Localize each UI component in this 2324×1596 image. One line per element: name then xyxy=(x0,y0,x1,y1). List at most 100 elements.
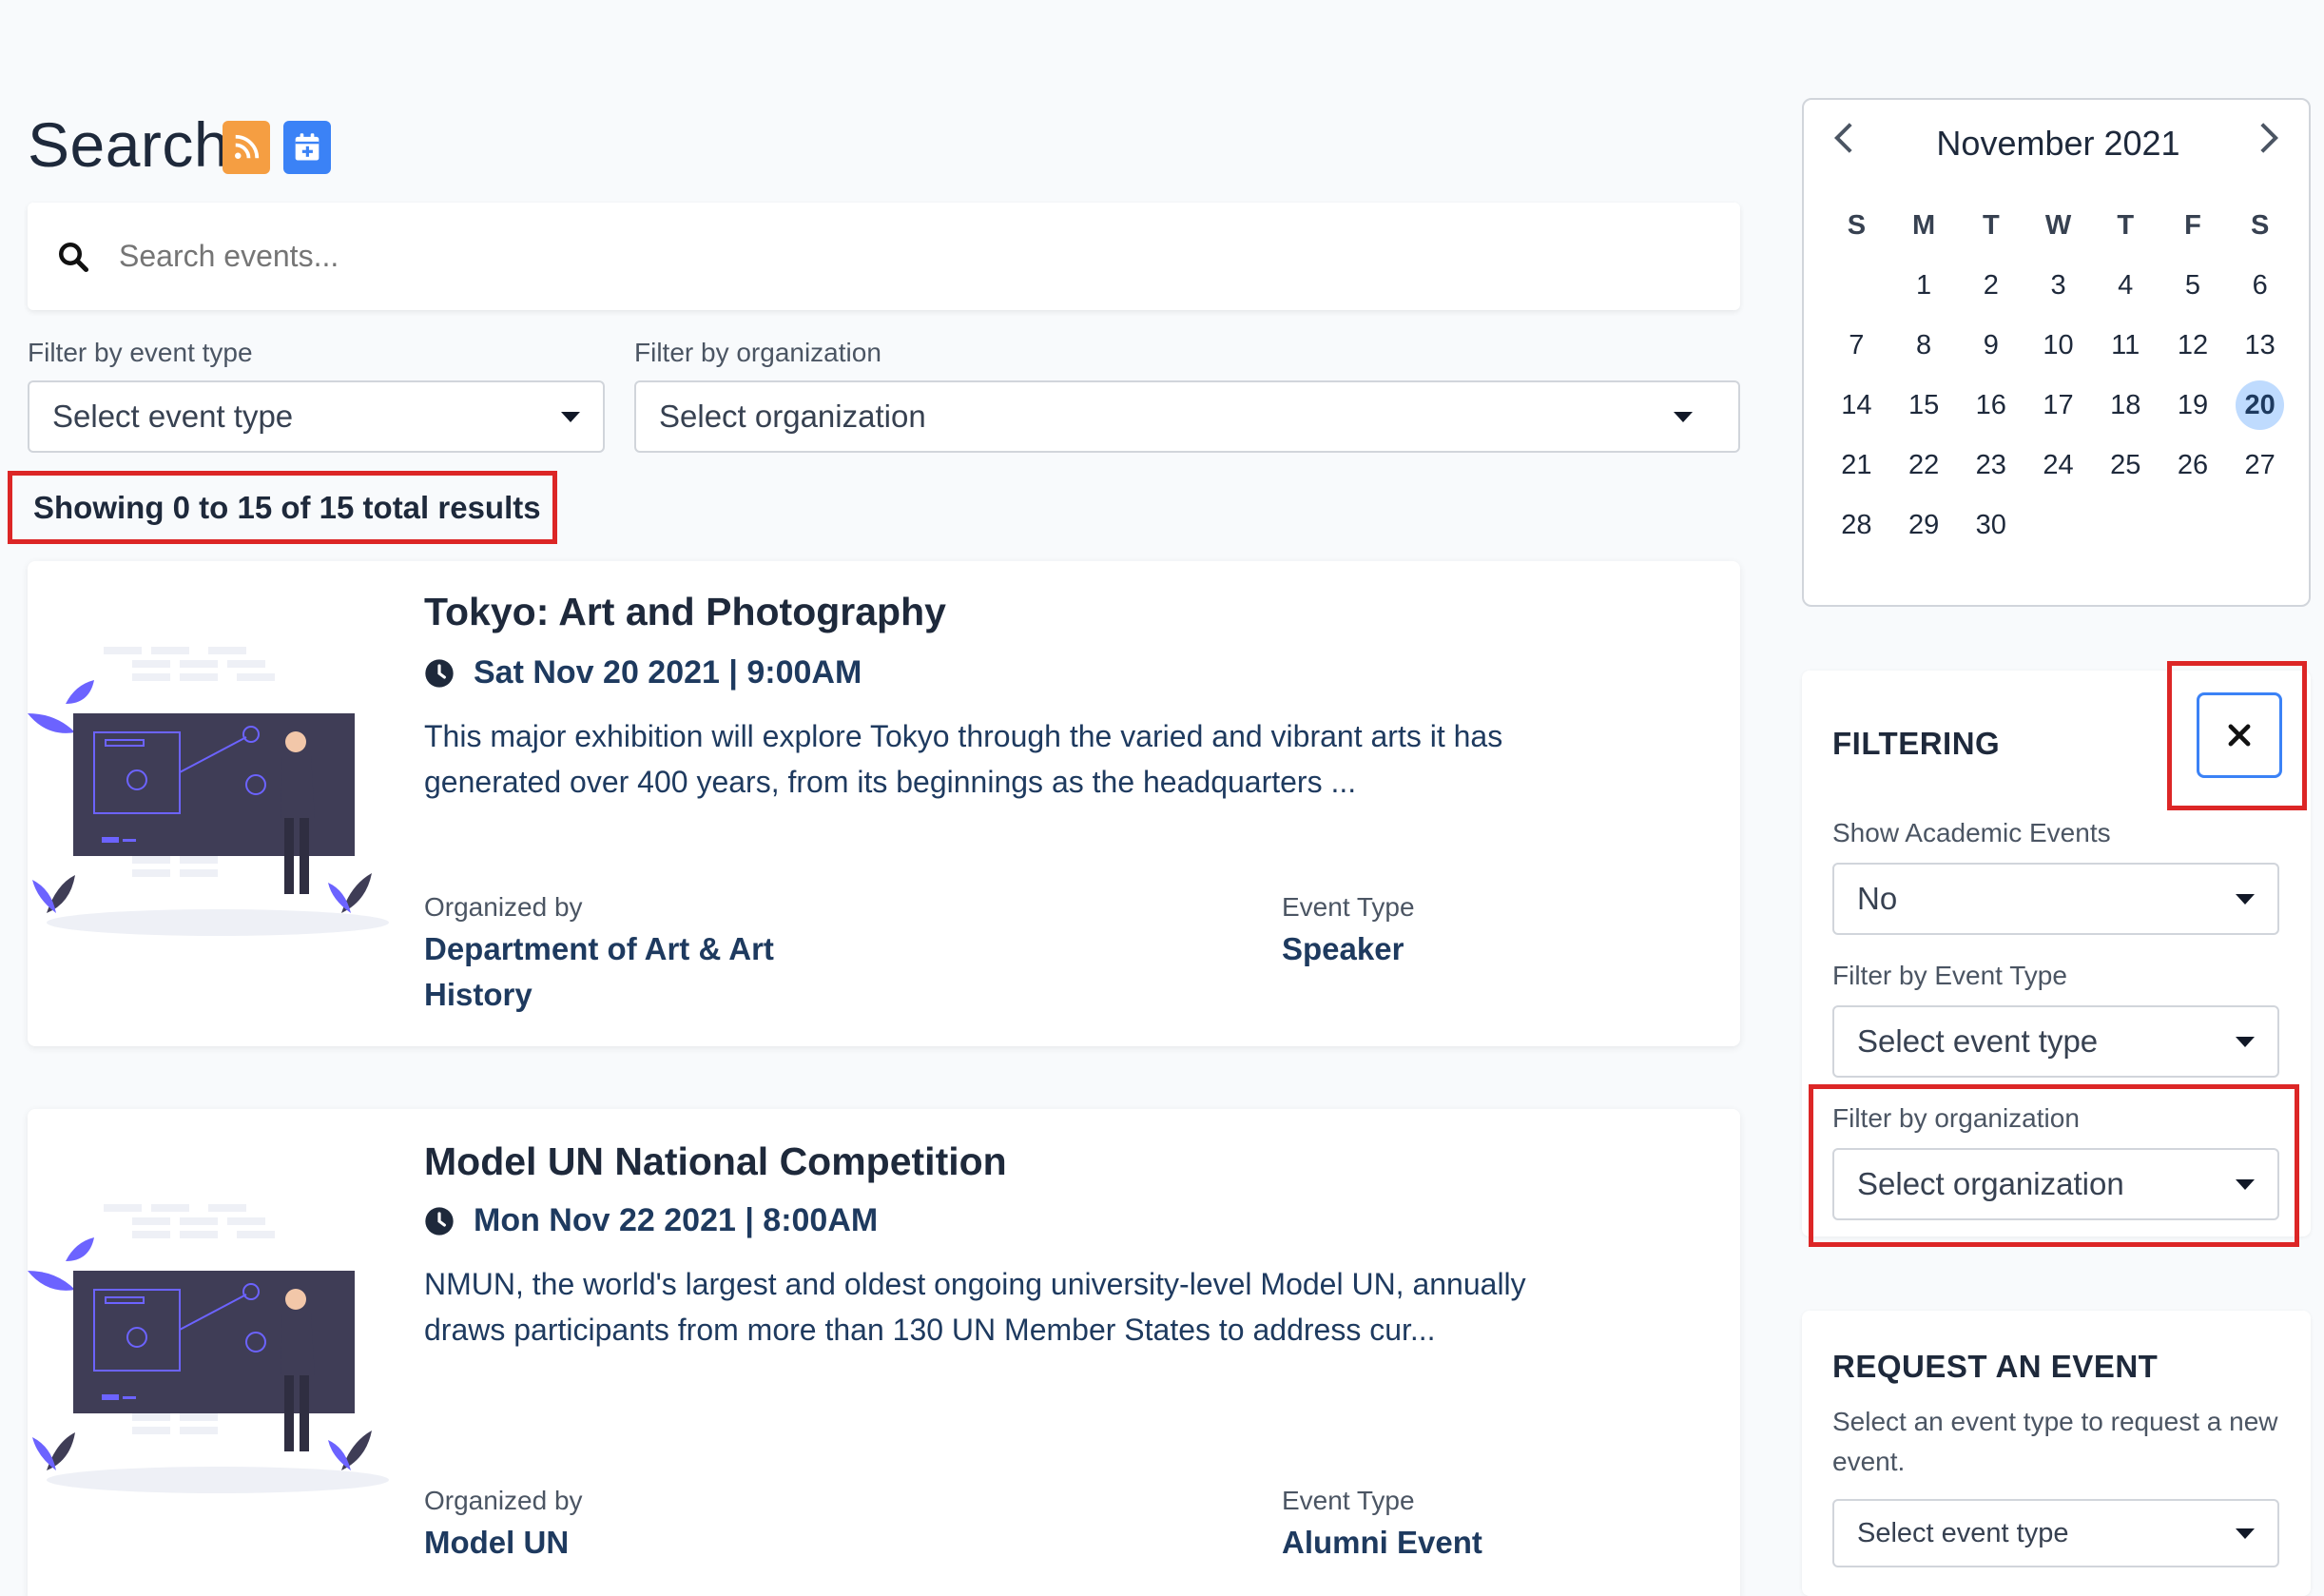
calendar-day[interactable]: 30 xyxy=(1957,500,2024,550)
calendar-day[interactable]: 22 xyxy=(1890,440,1958,490)
panel-event-type-label: Filter by Event Type xyxy=(1832,961,2067,990)
calendar-day-empty xyxy=(2159,500,2227,550)
organizer-link[interactable]: Model UN xyxy=(424,1520,569,1566)
calendar-grid: SMTWTFS 1 2 3 4 5 6 7 8 9 10 11 12 13 14 15 16 17 18 19 20 2… xyxy=(1823,195,2294,555)
rss-feed-button[interactable] xyxy=(223,121,270,174)
academic-events-label: Show Academic Events xyxy=(1832,818,2111,847)
close-filtering-button[interactable] xyxy=(2197,692,2282,778)
calendar-weekday: S xyxy=(1847,209,1867,241)
calendar-day[interactable]: 12 xyxy=(2159,321,2227,370)
event-type-label: Event Type xyxy=(1282,892,1415,922)
organizer-name-line: History xyxy=(424,977,533,1012)
event-card[interactable]: Model UN National Competition Mon Nov 22… xyxy=(28,1109,1740,1596)
calendar-day[interactable]: 28 xyxy=(1823,500,1890,550)
chevron-down-icon xyxy=(561,411,580,422)
add-to-calendar-button[interactable] xyxy=(283,121,331,174)
event-title[interactable]: Tokyo: Art and Photography xyxy=(424,590,946,634)
calendar-plus-icon xyxy=(295,133,320,161)
event-description-line: draws participants from more than 130 UN… xyxy=(424,1313,1436,1347)
page-title: Search xyxy=(28,109,230,180)
calendar-weekday-row: SMTWTFS xyxy=(1823,195,2294,255)
calendar-day[interactable]: 18 xyxy=(2092,380,2159,430)
clock-icon xyxy=(425,658,454,688)
academic-events-select[interactable]: No xyxy=(1832,863,2279,935)
calendar-day-today[interactable]: 20 xyxy=(2236,380,2285,430)
organized-by-label: Organized by xyxy=(424,892,583,922)
academic-events-value: No xyxy=(1857,881,1898,916)
event-type-value[interactable]: Alumni Event xyxy=(1282,1520,1482,1566)
request-event-type-select[interactable]: Select event type xyxy=(1832,1499,2279,1567)
calendar-day[interactable]: 10 xyxy=(2024,321,2092,370)
request-event-type-value: Select event type xyxy=(1857,1517,2069,1548)
calendar-weekday: S xyxy=(2251,209,2270,241)
organized-by-label: Organized by xyxy=(424,1486,583,1515)
calendar-day[interactable]: 27 xyxy=(2226,440,2294,490)
organization-filter-highlight xyxy=(1809,1084,2299,1247)
calendar-day[interactable]: 15 xyxy=(1890,380,1958,430)
search-bar[interactable] xyxy=(28,203,1740,310)
calendar-day[interactable]: 16 xyxy=(1957,380,2024,430)
calendar-day[interactable]: 1 xyxy=(1890,261,1958,310)
calendar-day[interactable]: 29 xyxy=(1890,500,1958,550)
calendar-day[interactable]: 9 xyxy=(1957,321,2024,370)
close-button-highlight xyxy=(2167,661,2307,810)
panel-event-type-select[interactable]: Select event type xyxy=(1832,1005,2279,1078)
calendar-day[interactable]: 19 xyxy=(2159,380,2227,430)
event-description-line: generated over 400 years, from its begin… xyxy=(424,765,1357,799)
calendar-day[interactable]: 25 xyxy=(2092,440,2159,490)
calendar-day[interactable]: 13 xyxy=(2226,321,2294,370)
calendar-week-row: 14 15 16 17 18 19 20 xyxy=(1823,375,2294,435)
event-type-filter-label: Filter by event type xyxy=(28,338,253,367)
event-description-line: This major exhibition will explore Tokyo… xyxy=(424,719,1503,753)
calendar-day[interactable]: 26 xyxy=(2159,440,2227,490)
calendar-day[interactable]: 21 xyxy=(1823,440,1890,490)
calendar-day[interactable]: 11 xyxy=(2092,321,2159,370)
calendar-weekday: T xyxy=(1982,209,2000,241)
event-type-value[interactable]: Speaker xyxy=(1282,926,1404,972)
calendar-week-row: 21 22 23 24 25 26 27 xyxy=(1823,435,2294,495)
calendar-day[interactable]: 17 xyxy=(2024,380,2092,430)
close-icon xyxy=(2228,724,2251,747)
calendar-day[interactable]: 24 xyxy=(2024,440,2092,490)
request-event-description: Select an event type to request a new ev… xyxy=(1832,1407,2278,1476)
calendar-day[interactable]: 3 xyxy=(2024,261,2092,310)
organization-select-value: Select organization xyxy=(659,399,926,434)
calendar-day[interactable]: 5 xyxy=(2159,261,2227,310)
request-event-title: REQUEST AN EVENT xyxy=(1832,1349,2159,1384)
calendar-week-row: 28 29 30 xyxy=(1823,495,2294,555)
mini-calendar: November 2021 SMTWTFS 1 2 3 4 5 6 7 8 9 10 11 12 13 1… xyxy=(1802,98,2311,607)
event-type-select-value: Select event type xyxy=(52,399,294,434)
calendar-day[interactable]: 6 xyxy=(2226,261,2294,310)
event-type-select[interactable]: Select event type xyxy=(28,380,605,453)
event-date-text: Mon Nov 22 2021 | 8:00AM xyxy=(474,1202,879,1238)
calendar-weekday: M xyxy=(1911,209,1936,241)
calendar-weekday: T xyxy=(2117,209,2135,241)
event-type-label: Event Type xyxy=(1282,1486,1415,1515)
chevron-down-icon xyxy=(1674,411,1693,422)
calendar-day[interactable]: 14 xyxy=(1823,380,1890,430)
calendar-day[interactable]: 2 xyxy=(1957,261,2024,310)
rss-icon xyxy=(235,134,260,159)
results-summary: Showing 0 to 15 of 15 total results xyxy=(33,489,541,525)
clock-icon xyxy=(425,1206,454,1236)
calendar-next-button[interactable] xyxy=(2257,121,2280,165)
calendar-day[interactable]: 8 xyxy=(1890,321,1958,370)
calendar-day[interactable]: 7 xyxy=(1823,321,1890,370)
calendar-day[interactable]: 4 xyxy=(2092,261,2159,310)
organization-select[interactable]: Select organization xyxy=(634,380,1740,453)
calendar-day-empty xyxy=(2226,500,2294,550)
event-card[interactable]: Tokyo: Art and Photography Sat Nov 20 20… xyxy=(28,561,1740,1046)
event-description: This major exhibition will explore Tokyo… xyxy=(424,713,1660,805)
calendar-day-empty xyxy=(1823,261,1890,310)
search-icon xyxy=(59,242,89,272)
search-input[interactable] xyxy=(119,239,1640,274)
organizer-link[interactable]: Department of Art & Art History xyxy=(424,926,774,1018)
calendar-weekday: F xyxy=(2184,209,2201,241)
calendar-month-title: November 2021 xyxy=(1936,124,2180,163)
organization-filter-label: Filter by organization xyxy=(634,338,881,367)
request-event-panel: REQUEST AN EVENT Select an event type to… xyxy=(1802,1311,2311,1596)
calendar-day[interactable]: 23 xyxy=(1957,440,2024,490)
event-title[interactable]: Model UN National Competition xyxy=(424,1139,1007,1184)
event-date: Mon Nov 22 2021 | 8:00AM xyxy=(424,1202,878,1239)
calendar-week-row: 7 8 9 10 11 12 13 xyxy=(1823,315,2294,375)
